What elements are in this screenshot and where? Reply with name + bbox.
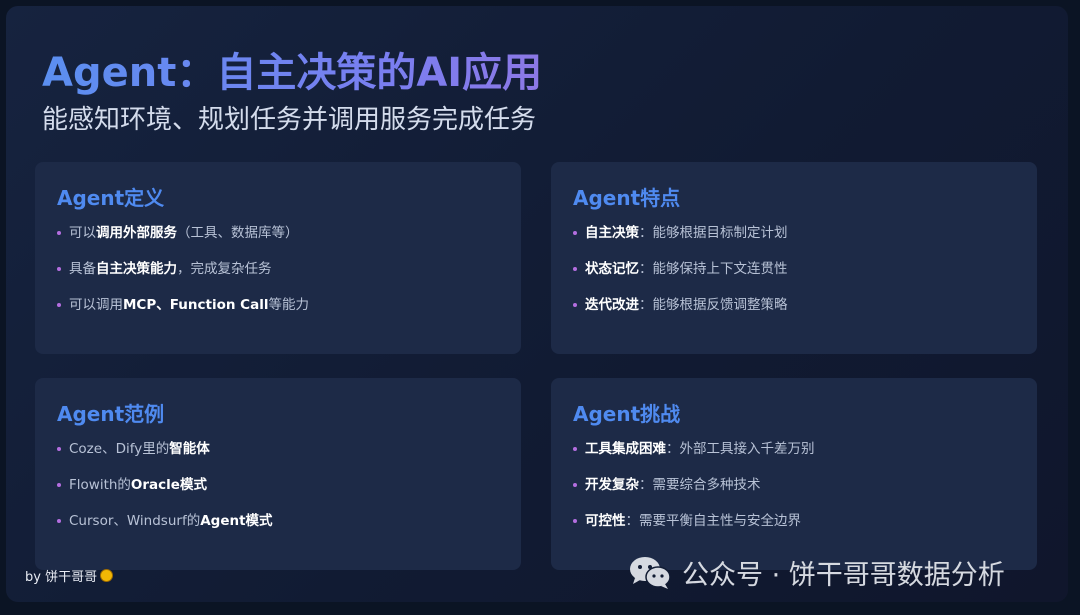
card-title: Agent范例 <box>57 402 165 426</box>
card-list: 可以调用外部服务（工具、数据库等） 具备自主决策能力，完成复杂任务 可以调用MC… <box>57 223 499 315</box>
card-features: Agent特点 自主决策：能够根据目标制定计划 状态记忆：能够保持上下文连贯性 … <box>551 162 1037 354</box>
list-item: 自主决策：能够根据目标制定计划 <box>573 223 1015 243</box>
list-item: Cursor、Windsurf的Agent模式 <box>57 511 499 531</box>
list-item: Flowith的Oracle模式 <box>57 475 499 495</box>
card-title: Agent定义 <box>57 186 165 210</box>
list-item: 可以调用MCP、Function Call等能力 <box>57 295 499 315</box>
author-credit: by 饼干哥哥 <box>25 566 114 585</box>
list-item: 工具集成困难：外部工具接入千差万别 <box>573 439 1015 459</box>
card-title: Agent挑战 <box>573 402 681 426</box>
list-item: 迭代改进：能够根据反馈调整策略 <box>573 295 1015 315</box>
list-item: 状态记忆：能够保持上下文连贯性 <box>573 259 1015 279</box>
wechat-icon <box>630 557 671 589</box>
watermark-text: 公众号 · 饼干哥哥数据分析 <box>682 559 1005 591</box>
wechat-watermark: 公众号 · 饼干哥哥数据分析 <box>628 552 1005 592</box>
card-title: Agent特点 <box>573 186 681 210</box>
list-item: 可以调用外部服务（工具、数据库等） <box>57 223 499 243</box>
card-challenges: Agent挑战 工具集成困难：外部工具接入千差万别 开发复杂：需要综合多种技术 … <box>551 378 1037 570</box>
smiley-emoji-icon <box>100 569 114 582</box>
list-item: 开发复杂：需要综合多种技术 <box>573 475 1015 495</box>
card-examples: Agent范例 Coze、Dify里的智能体 Flowith的Oracle模式 … <box>35 378 521 570</box>
card-definition: Agent定义 可以调用外部服务（工具、数据库等） 具备自主决策能力，完成复杂任… <box>35 162 521 354</box>
list-item: 具备自主决策能力，完成复杂任务 <box>57 259 499 279</box>
author-label: by 饼干哥哥 <box>25 570 98 585</box>
card-list: 自主决策：能够根据目标制定计划 状态记忆：能够保持上下文连贯性 迭代改进：能够根… <box>573 223 1015 315</box>
list-item: Coze、Dify里的智能体 <box>57 439 499 459</box>
card-list: 工具集成困难：外部工具接入千差万别 开发复杂：需要综合多种技术 可控性：需要平衡… <box>573 439 1015 531</box>
list-item: 可控性：需要平衡自主性与安全边界 <box>573 511 1015 531</box>
page-subtitle: 能感知环境、规划任务并调用服务完成任务 <box>42 105 537 135</box>
card-list: Coze、Dify里的智能体 Flowith的Oracle模式 Cursor、W… <box>57 439 499 531</box>
page-title: Agent：自主决策的AI应用 <box>42 40 542 98</box>
